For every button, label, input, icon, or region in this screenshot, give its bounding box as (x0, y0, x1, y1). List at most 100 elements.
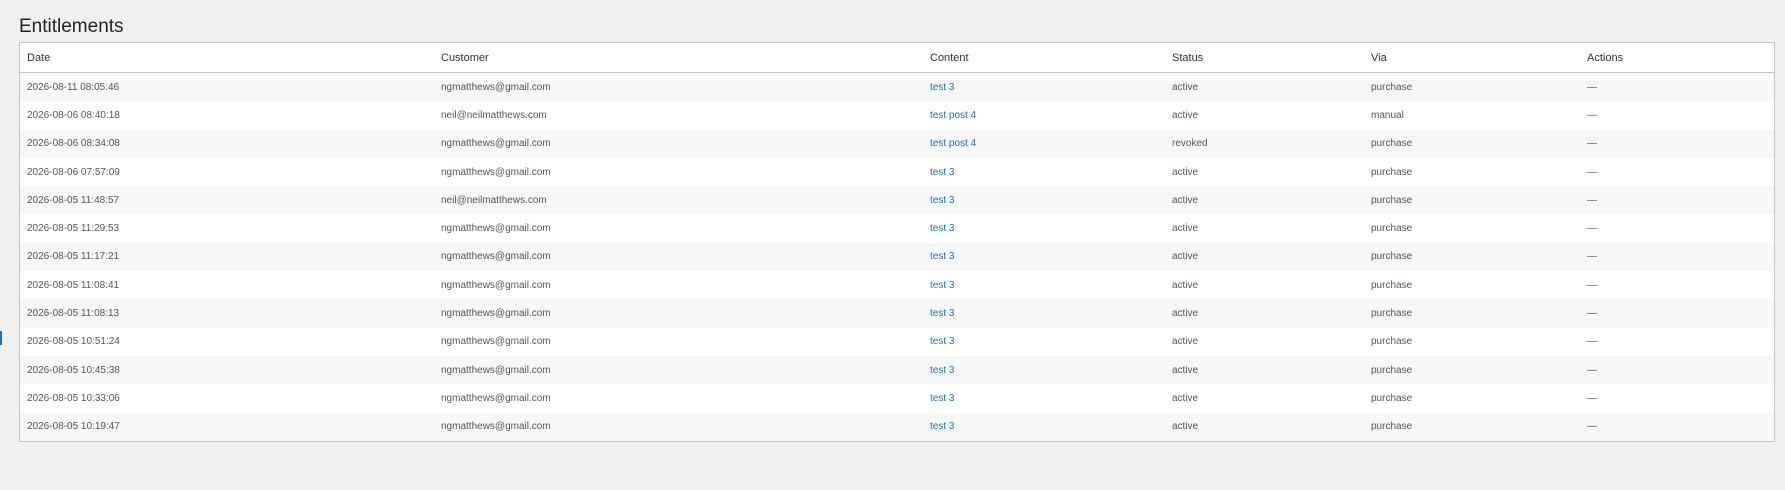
actions-cell: — (1580, 412, 1774, 441)
via-cell: purchase (1364, 384, 1580, 413)
date-cell: 2026-08-06 08:34:08 (20, 129, 434, 158)
date-cell: 2026-08-06 07:57:09 (20, 157, 434, 187)
content-link[interactable]: test post 4 (930, 138, 976, 149)
customer-cell: ngmatthews@gmail.com (434, 214, 923, 243)
via-cell: purchase (1364, 157, 1580, 187)
customer-cell: ngmatthews@gmail.com (434, 72, 923, 102)
via-cell: purchase (1364, 412, 1580, 441)
table-row: 2026-08-05 10:45:38 ngmatthews@gmail.com t… (20, 355, 1774, 385)
status-cell: active (1165, 72, 1364, 102)
customer-cell: ngmatthews@gmail.com (434, 271, 923, 300)
via-cell: purchase (1364, 72, 1580, 102)
table-row: 2026-08-06 07:57:09 ngmatthews@gmail.com t… (20, 157, 1774, 187)
status-cell: active (1165, 214, 1364, 243)
content-cell: test 3 (923, 271, 1165, 300)
content-link[interactable]: test 3 (930, 308, 954, 319)
table-row: 2026-08-06 08:34:08 ngmatthews@gmail.com t… (20, 129, 1774, 158)
customer-cell: ngmatthews@gmail.com (434, 242, 923, 272)
date-cell: 2026-08-05 11:08:13 (20, 299, 434, 328)
table-row: 2026-08-05 10:19:47 ngmatthews@gmail.com t… (20, 412, 1774, 441)
actions-cell: — (1580, 101, 1774, 130)
content-cell: test 3 (923, 412, 1165, 441)
via-cell: manual (1364, 101, 1580, 130)
content-cell: test 3 (923, 242, 1165, 272)
date-cell: 2026-08-05 10:51:24 (20, 327, 434, 356)
table-header: Date Customer Content Status Via Actions (20, 43, 1774, 73)
content-cell: test 3 (923, 214, 1165, 243)
content-link[interactable]: test 3 (930, 365, 954, 376)
via-cell: purchase (1364, 186, 1580, 215)
content-cell: test 3 (923, 157, 1165, 187)
content-link[interactable]: test 3 (930, 421, 954, 432)
table-row: 2026-08-05 11:48:57 neil@neilmatthews.com… (20, 186, 1774, 215)
content-link[interactable]: test 3 (930, 82, 954, 93)
page-title: Entitlements (19, 16, 124, 37)
date-cell: 2026-08-05 11:48:57 (20, 186, 434, 215)
via-cell: purchase (1364, 214, 1580, 243)
table-row: 2026-08-11 08:05:46 ngmatthews@gmail.com t… (20, 72, 1774, 102)
edge-indicator (0, 331, 2, 345)
actions-cell: — (1580, 157, 1774, 187)
content-cell: test 3 (923, 327, 1165, 356)
content-cell: test 3 (923, 72, 1165, 102)
date-cell: 2026-08-06 08:40:18 (20, 101, 434, 130)
table-row: 2026-08-05 11:08:41 ngmatthews@gmail.com t… (20, 271, 1774, 300)
status-cell: active (1165, 271, 1364, 300)
content-link[interactable]: test 3 (930, 280, 954, 291)
via-cell: purchase (1364, 129, 1580, 158)
content-link[interactable]: test 3 (930, 393, 954, 404)
table-row: 2026-08-05 11:08:13 ngmatthews@gmail.com t… (20, 299, 1774, 328)
content-cell: test 3 (923, 384, 1165, 413)
entitlements-table: Date Customer Content Status Via Actions… (20, 43, 1774, 441)
actions-cell: — (1580, 242, 1774, 272)
column-header-via: Via (1364, 43, 1580, 73)
status-cell: active (1165, 157, 1364, 187)
content-link[interactable]: test post 4 (930, 110, 976, 121)
table-row: 2026-08-05 10:33:06 ngmatthews@gmail.com t… (20, 384, 1774, 413)
content-link[interactable]: test 3 (930, 251, 954, 262)
table-row: 2026-08-05 10:51:24 ngmatthews@gmail.com t… (20, 327, 1774, 356)
actions-cell: — (1580, 327, 1774, 356)
date-cell: 2026-08-05 11:29:53 (20, 214, 434, 243)
status-cell: active (1165, 327, 1364, 356)
actions-cell: — (1580, 355, 1774, 385)
actions-cell: — (1580, 299, 1774, 328)
date-cell: 2026-08-05 10:19:47 (20, 412, 434, 441)
customer-cell: ngmatthews@gmail.com (434, 129, 923, 158)
actions-cell: — (1580, 72, 1774, 102)
customer-cell: neil@neilmatthews.com (434, 101, 923, 130)
content-cell: test post 4 (923, 129, 1165, 158)
content-cell: test 3 (923, 299, 1165, 328)
actions-cell: — (1580, 214, 1774, 243)
via-cell: purchase (1364, 299, 1580, 328)
table-body: 2026-08-11 08:05:46 ngmatthews@gmail.com t… (20, 72, 1774, 441)
status-cell: active (1165, 101, 1364, 130)
status-cell: active (1165, 384, 1364, 413)
date-cell: 2026-08-05 10:33:06 (20, 384, 434, 413)
column-header-content: Content (923, 43, 1165, 73)
entitlements-page: Entitlements Date Customer Content Statu… (0, 0, 1785, 490)
via-cell: purchase (1364, 327, 1580, 356)
column-header-actions: Actions (1580, 43, 1774, 73)
content-link[interactable]: test 3 (930, 195, 954, 206)
content-link[interactable]: test 3 (930, 167, 954, 178)
status-cell: active (1165, 242, 1364, 272)
entitlements-table-container: Date Customer Content Status Via Actions… (19, 42, 1775, 442)
status-cell: revoked (1165, 129, 1364, 158)
content-cell: test post 4 (923, 101, 1165, 130)
customer-cell: ngmatthews@gmail.com (434, 157, 923, 187)
column-header-status: Status (1165, 43, 1364, 73)
content-link[interactable]: test 3 (930, 223, 954, 234)
customer-cell: ngmatthews@gmail.com (434, 299, 923, 328)
header-row: Date Customer Content Status Via Actions (20, 43, 1774, 73)
content-cell: test 3 (923, 355, 1165, 385)
date-cell: 2026-08-05 10:45:38 (20, 355, 434, 385)
via-cell: purchase (1364, 355, 1580, 385)
customer-cell: ngmatthews@gmail.com (434, 412, 923, 441)
table-row: 2026-08-05 11:17:21 ngmatthews@gmail.com t… (20, 242, 1774, 272)
content-link[interactable]: test 3 (930, 336, 954, 347)
content-cell: test 3 (923, 186, 1165, 215)
column-header-customer: Customer (434, 43, 923, 73)
customer-cell: ngmatthews@gmail.com (434, 327, 923, 356)
actions-cell: — (1580, 271, 1774, 300)
